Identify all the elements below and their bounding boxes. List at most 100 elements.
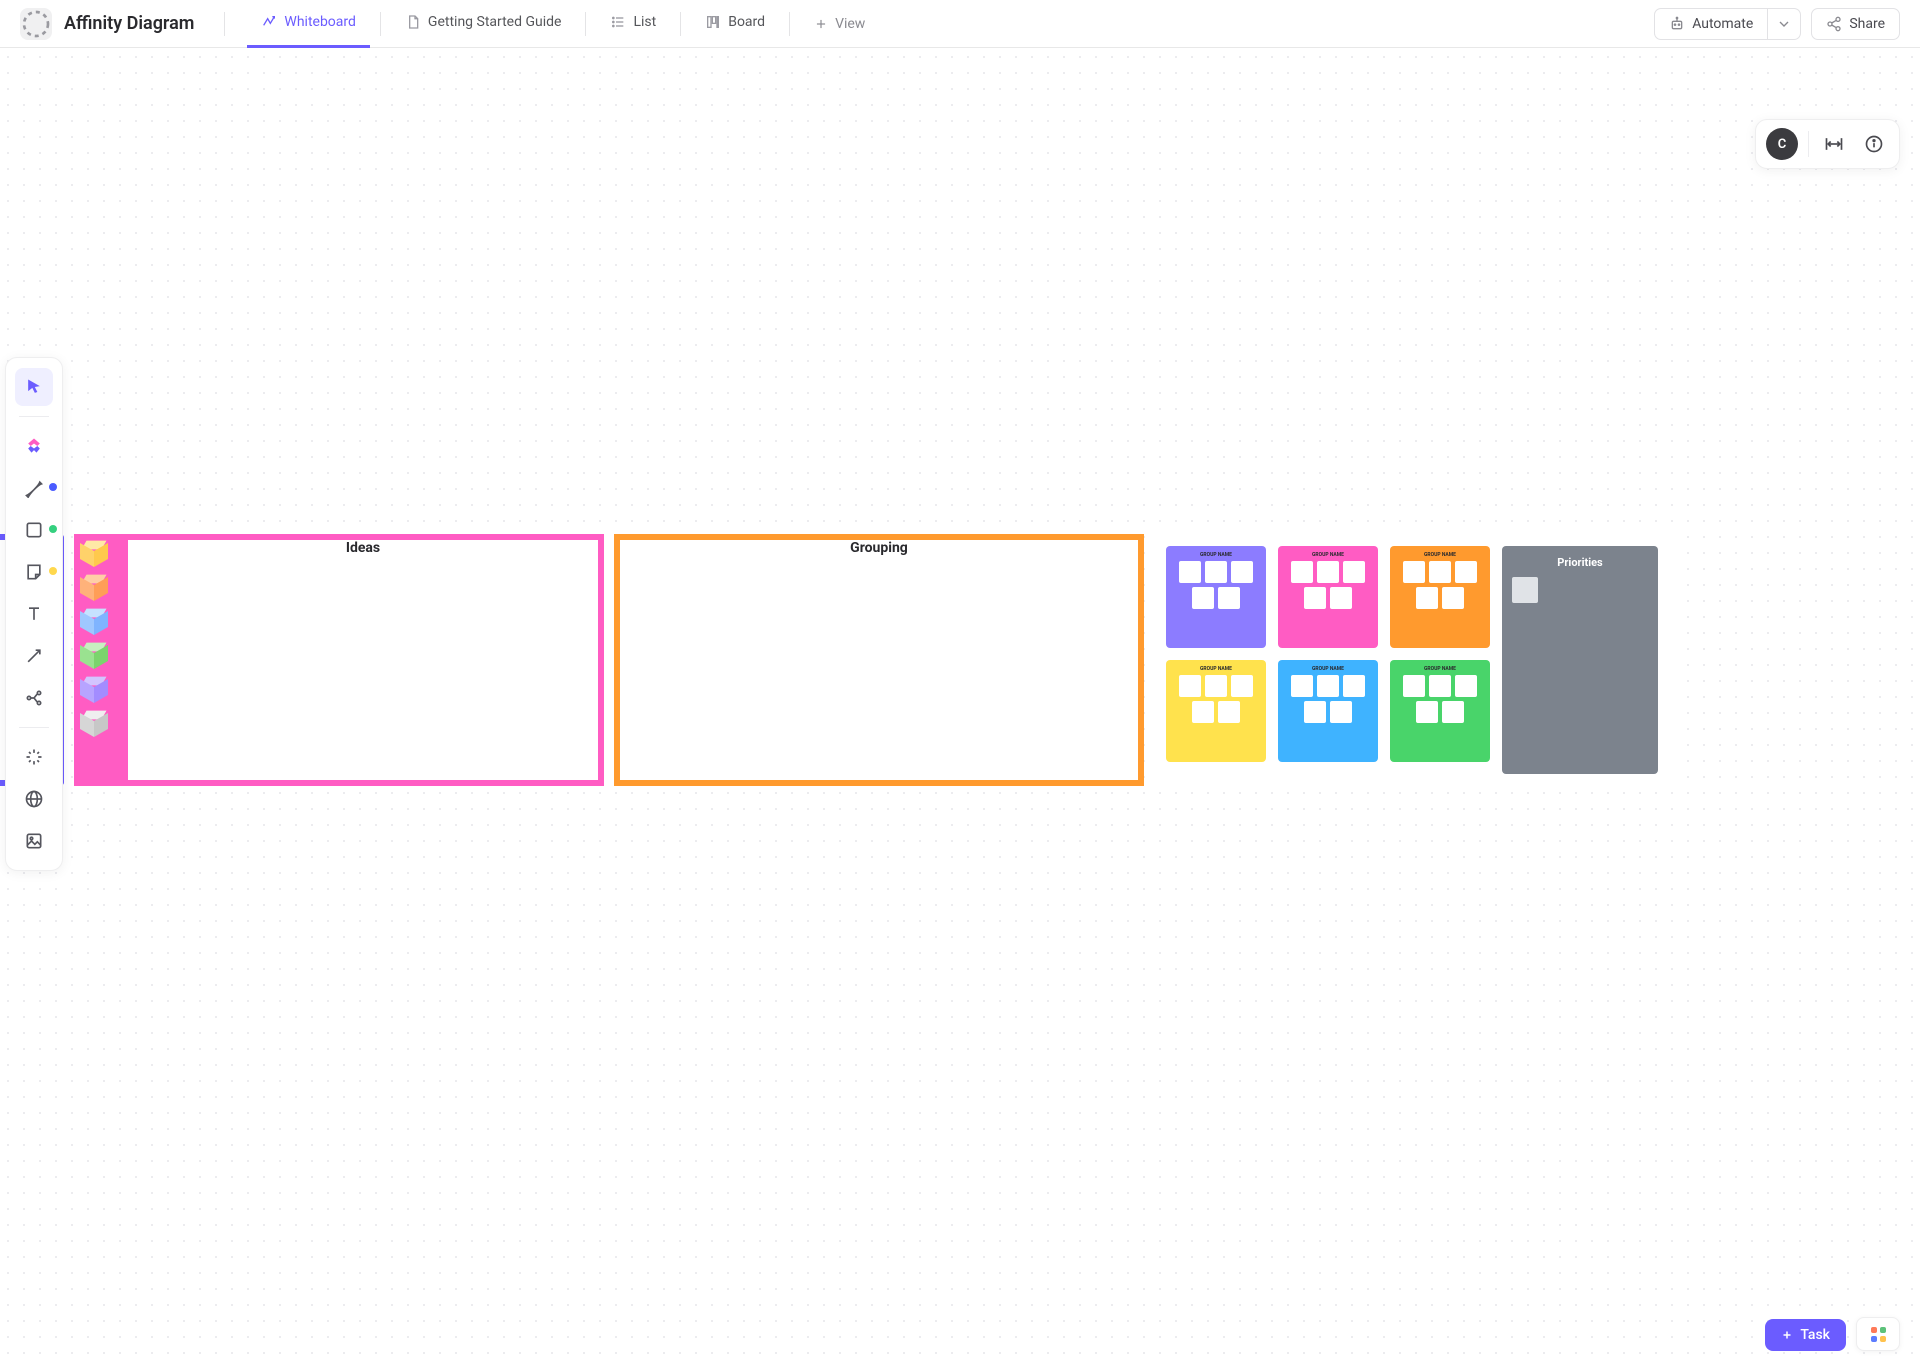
canvas[interactable]: C Ideas Grouping GROUP NAMEGROUP NAMEGRO…: [0, 49, 1920, 1367]
mini-grid: [1403, 675, 1477, 723]
tab-label: List: [633, 14, 656, 30]
tool-pen[interactable]: [15, 469, 53, 507]
square-icon: [24, 520, 44, 540]
group-card[interactable]: GROUP NAME: [1166, 546, 1266, 648]
mini-grid: [1291, 675, 1365, 723]
tool-ai[interactable]: [15, 738, 53, 776]
tool-sticky[interactable]: [15, 553, 53, 591]
cube-icon[interactable]: [80, 608, 108, 636]
group-card-label: GROUP NAME: [1424, 552, 1456, 558]
group-card[interactable]: GROUP NAME: [1390, 660, 1490, 762]
ideas-panel[interactable]: Ideas: [128, 540, 598, 780]
priorities-title: Priorities: [1512, 556, 1648, 569]
group-card-label: GROUP NAME: [1200, 552, 1232, 558]
apps-icon: [1871, 1327, 1886, 1342]
apps-button[interactable]: [1856, 1317, 1900, 1351]
share-label: Share: [1849, 16, 1885, 32]
color-indicator: [49, 567, 57, 575]
cube-icon[interactable]: [80, 710, 108, 738]
divider: [224, 12, 225, 36]
info-button[interactable]: [1859, 129, 1889, 159]
sparkle-icon: [24, 747, 44, 767]
share-icon: [1826, 16, 1842, 32]
add-view-button[interactable]: View: [800, 16, 879, 32]
group-card[interactable]: GROUP NAME: [1278, 660, 1378, 762]
tool-text[interactable]: [15, 595, 53, 633]
robot-icon: [1669, 16, 1685, 32]
divider: [680, 12, 681, 36]
tool-image[interactable]: [15, 822, 53, 860]
automate-label: Automate: [1692, 16, 1753, 32]
plus-icon: [814, 17, 828, 31]
mini-grid: [1179, 561, 1253, 609]
plus-icon: [1781, 1329, 1793, 1341]
automate-button-group: Automate: [1654, 8, 1801, 40]
separator: [1808, 131, 1809, 157]
priority-item[interactable]: [1512, 577, 1538, 603]
ideas-frame[interactable]: Ideas: [74, 534, 604, 786]
whiteboard-content[interactable]: Ideas Grouping GROUP NAMEGROUP NAMEGROUP…: [0, 534, 1780, 786]
connector-icon: [24, 646, 44, 666]
sticky-icon: [24, 562, 44, 582]
header-left: Affinity Diagram Whiteboard Getting Star…: [20, 0, 879, 48]
cube-icon[interactable]: [80, 540, 108, 568]
header-right: Automate Share: [1654, 8, 1900, 40]
group-card-label: GROUP NAME: [1200, 666, 1232, 672]
workspace-icon[interactable]: [20, 8, 52, 40]
top-right-panel: C: [1755, 119, 1900, 169]
color-indicator: [49, 525, 57, 533]
view-tabs: Whiteboard Getting Started Guide List Bo…: [247, 0, 879, 48]
cube-icon[interactable]: [80, 574, 108, 602]
share-button[interactable]: Share: [1811, 8, 1900, 40]
tab-board[interactable]: Board: [691, 0, 779, 48]
tab-getting-started[interactable]: Getting Started Guide: [391, 0, 576, 48]
tool-mindmap[interactable]: [15, 679, 53, 717]
tab-label: Getting Started Guide: [428, 14, 562, 30]
automate-dropdown[interactable]: [1768, 8, 1801, 40]
group-card[interactable]: GROUP NAME: [1278, 546, 1378, 648]
chevron-down-icon: [1776, 16, 1792, 32]
top-header: Affinity Diagram Whiteboard Getting Star…: [0, 0, 1920, 48]
tab-label: Board: [728, 14, 765, 30]
pen-icon: [24, 478, 44, 498]
whiteboard-icon: [261, 14, 277, 30]
tool-web[interactable]: [15, 780, 53, 818]
list-icon: [610, 14, 626, 30]
cursor-icon: [24, 377, 44, 397]
separator: [19, 727, 49, 728]
groups-frame[interactable]: GROUP NAME GROUP NAME GROUP NAME GROUP NAME…: [1154, 534, 1674, 786]
image-icon: [24, 831, 44, 851]
tool-select[interactable]: [15, 368, 53, 406]
grouping-title: Grouping: [620, 540, 1138, 556]
cube-stack[interactable]: [80, 540, 120, 780]
group-card-label: GROUP NAME: [1312, 666, 1344, 672]
automate-button[interactable]: Automate: [1654, 8, 1768, 40]
fit-width-icon: [1824, 134, 1844, 154]
text-icon: [24, 604, 44, 624]
mini-grid: [1179, 675, 1253, 723]
group-card-label: GROUP NAME: [1312, 552, 1344, 558]
grouping-panel[interactable]: Grouping: [620, 540, 1138, 780]
avatar[interactable]: C: [1766, 128, 1798, 160]
grouping-frame[interactable]: Grouping: [614, 534, 1144, 786]
color-indicator: [49, 483, 57, 491]
cube-icon[interactable]: [80, 642, 108, 670]
clickup-icon: [24, 436, 44, 456]
page-title: Affinity Diagram: [64, 13, 194, 34]
fit-view-button[interactable]: [1819, 129, 1849, 159]
cube-icon[interactable]: [80, 676, 108, 704]
tab-whiteboard[interactable]: Whiteboard: [247, 0, 370, 48]
create-task-button[interactable]: Task: [1765, 1319, 1846, 1351]
group-card[interactable]: GROUP NAME: [1390, 546, 1490, 648]
divider: [789, 12, 790, 36]
divider: [380, 12, 381, 36]
tool-connector[interactable]: [15, 637, 53, 675]
tool-clickup[interactable]: [15, 427, 53, 465]
tool-shape[interactable]: [15, 511, 53, 549]
tab-list[interactable]: List: [596, 0, 670, 48]
group-card[interactable]: GROUP NAME: [1166, 660, 1266, 762]
priorities-column[interactable]: Priorities: [1502, 546, 1658, 774]
mindmap-icon: [24, 688, 44, 708]
info-icon: [1864, 134, 1884, 154]
tab-label: Whiteboard: [284, 14, 356, 30]
